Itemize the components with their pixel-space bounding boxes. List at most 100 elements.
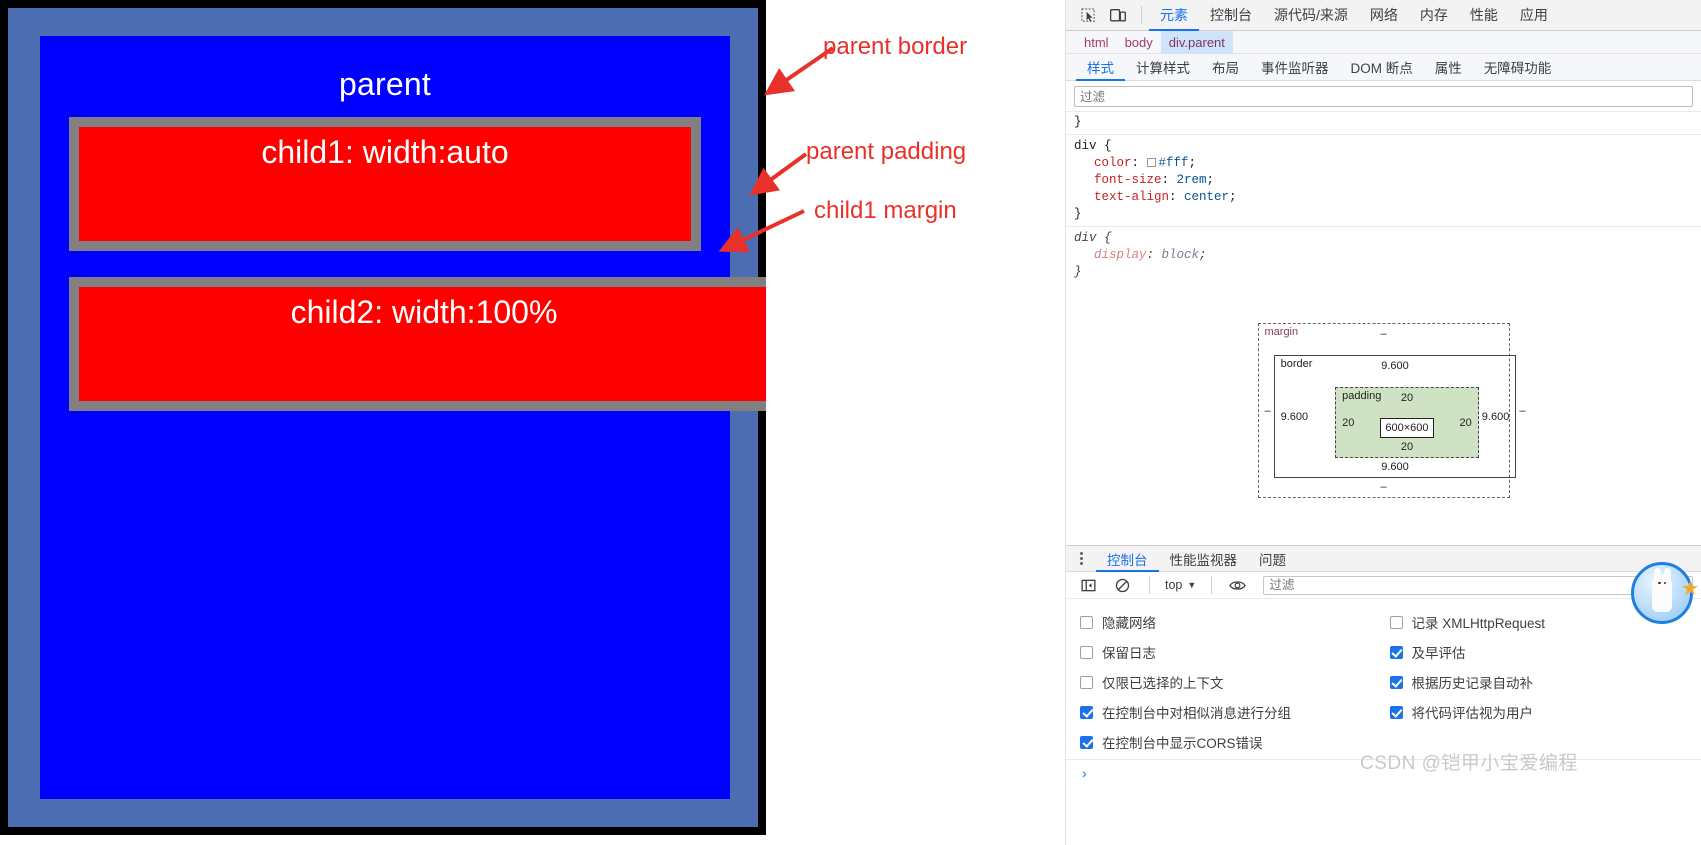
rendered-page-viewport: parent child1: width:auto child2: width:… (0, 0, 766, 835)
margin-left-value[interactable]: – (1265, 405, 1271, 417)
subtab-event-listeners[interactable]: 事件监听器 (1250, 54, 1340, 81)
css-declaration-color[interactable]: color: #fff; (1066, 155, 1701, 172)
styles-filter-input[interactable] (1074, 86, 1693, 107)
devtools-panel: 元素 控制台 源代码/来源 网络 内存 性能 应用 html body div.… (1065, 0, 1701, 845)
more-options-icon[interactable] (1074, 552, 1088, 565)
setting-show-cors-errors[interactable]: 在控制台中显示CORS错误 (1080, 727, 1382, 757)
clear-console-icon[interactable] (1108, 572, 1136, 598)
subtab-computed[interactable]: 计算样式 (1125, 54, 1201, 81)
subtab-layout[interactable]: 布局 (1201, 54, 1250, 81)
margin-top-value[interactable]: – (1265, 328, 1503, 340)
css-property-font-size: font-size (1094, 173, 1162, 187)
checkbox-show-cors-errors[interactable] (1080, 735, 1093, 749)
avatar-figure (1652, 573, 1672, 612)
checkbox-log-xmlhttprequests[interactable] (1389, 615, 1403, 629)
devtools-toolbar: 元素 控制台 源代码/来源 网络 内存 性能 应用 (1066, 0, 1701, 31)
css-declaration-display[interactable]: display: block; (1066, 247, 1701, 264)
styles-subtabs: 样式 计算样式 布局 事件监听器 DOM 断点 属性 无障碍功能 (1066, 54, 1701, 81)
css-property-text-align: text-align (1094, 190, 1170, 204)
border-top-value[interactable]: 9.600 (1281, 360, 1510, 372)
div-parent: parent child1: width:auto child2: width:… (40, 36, 766, 799)
prompt-chevron-icon: › (1082, 764, 1087, 781)
setting-label: 隐藏网络 (1102, 616, 1156, 631)
device-toolbar-icon[interactable] (1104, 2, 1132, 28)
breadcrumb-html[interactable]: html (1076, 31, 1117, 54)
box-model-margin: margin – – border 9.600 9.600 padding 20 (1257, 323, 1525, 498)
subtab-accessibility[interactable]: 无障碍功能 (1473, 54, 1563, 81)
setting-autocomplete-from-history[interactable]: 根据历史记录自动补 (1389, 667, 1692, 697)
box-model-padding: padding 20 20 600×600 20 20 (1335, 387, 1479, 458)
checkbox-preserve-log[interactable] (1080, 645, 1093, 659)
checkbox-autocomplete-from-history[interactable] (1389, 675, 1403, 689)
console-context-selector[interactable]: top ▼ (1161, 578, 1200, 592)
setting-hide-network[interactable]: 隐藏网络 (1080, 607, 1382, 637)
checkbox-group-similar[interactable] (1080, 705, 1093, 719)
checkbox-treat-eval-as-user-action[interactable] (1389, 705, 1403, 719)
box-model-border-label: border (1280, 358, 1313, 370)
drawer-tab-console[interactable]: 控制台 (1096, 546, 1159, 572)
setting-label: 保留日志 (1102, 646, 1156, 661)
console-drawer: 控制台 性能监视器 问题 top ▼ 过滤 隐藏网络 记录 XMLHttpReq… (1066, 545, 1701, 845)
annotation-parent-border: parent border (823, 33, 968, 60)
css-selector-div[interactable]: div { (1066, 138, 1701, 155)
checkbox-hide-network[interactable] (1080, 615, 1093, 629)
setting-preserve-log[interactable]: 保留日志 (1080, 637, 1382, 667)
tab-performance[interactable]: 性能 (1459, 0, 1509, 31)
annotation-child1-margin: child1 margin (814, 197, 957, 224)
tab-console[interactable]: 控制台 (1199, 0, 1263, 31)
inspect-element-icon[interactable] (1074, 2, 1102, 28)
padding-left-value[interactable]: 20 (1342, 417, 1354, 429)
tab-sources[interactable]: 源代码/来源 (1263, 0, 1359, 31)
watermark: CSDN @铠甲小宝爱编程 (1360, 753, 1578, 774)
subtab-dom-breakpoints[interactable]: DOM 断点 (1340, 54, 1424, 81)
subtab-styles[interactable]: 样式 (1076, 54, 1125, 81)
css-value-text-align: center (1184, 190, 1230, 204)
box-model-padding-label: padding (1342, 390, 1382, 402)
setting-label: 在控制台中显示CORS错误 (1102, 736, 1263, 751)
console-toolbar: top ▼ (1066, 572, 1701, 599)
css-property-display: display (1094, 248, 1147, 262)
css-rule-user-agent: div { display: block; } (1066, 226, 1701, 281)
border-bottom-value[interactable]: 9.600 (1281, 461, 1510, 473)
css-declaration-font-size[interactable]: font-size: 2rem; (1066, 172, 1701, 189)
border-left-value[interactable]: 9.600 (1281, 411, 1309, 423)
setting-label: 在控制台中对相似消息进行分组 (1102, 706, 1291, 721)
breadcrumb-body[interactable]: body (1117, 31, 1161, 54)
subtab-properties[interactable]: 属性 (1424, 54, 1473, 81)
console-filter-input[interactable] (1263, 575, 1693, 595)
setting-treat-eval-as-user-action[interactable]: 将代码评估视为用户 (1389, 697, 1692, 727)
css-selector-div-ua[interactable]: div { (1066, 230, 1701, 247)
setting-group-similar[interactable]: 在控制台中对相似消息进行分组 (1080, 697, 1382, 727)
breadcrumb: html body div.parent (1066, 30, 1701, 54)
margin-bottom-value[interactable]: – (1265, 481, 1503, 493)
color-swatch-icon[interactable] (1146, 158, 1156, 167)
show-console-sidebar-icon[interactable] (1074, 572, 1102, 598)
tab-memory[interactable]: 内存 (1409, 0, 1459, 31)
css-value-font-size: 2rem (1176, 173, 1207, 187)
drawer-tab-issues[interactable]: 问题 (1248, 546, 1297, 572)
checkbox-eager-evaluation[interactable] (1389, 645, 1403, 659)
css-value-color: #fff (1158, 156, 1189, 170)
css-rule-close: } (1074, 207, 1082, 221)
tab-elements[interactable]: 元素 (1149, 0, 1199, 31)
setting-eager-evaluation[interactable]: 及早评估 (1389, 637, 1692, 667)
breadcrumb-div-parent[interactable]: div.parent (1160, 30, 1233, 54)
tab-application[interactable]: 应用 (1509, 0, 1559, 31)
create-live-expression-icon[interactable] (1223, 572, 1251, 598)
console-toolbar-divider (1149, 576, 1150, 594)
css-rule-author: div { color: #fff; font-size: 2rem; text… (1066, 134, 1701, 223)
star-icon: ★ (1681, 578, 1699, 600)
padding-bottom-value[interactable]: 20 (1342, 441, 1472, 453)
margin-right-value[interactable]: – (1519, 405, 1525, 417)
tab-network[interactable]: 网络 (1359, 0, 1409, 31)
setting-selected-context-only[interactable]: 仅限已选择的上下文 (1080, 667, 1382, 697)
box-model-content[interactable]: 600×600 (1380, 418, 1434, 438)
checkbox-selected-context-only[interactable] (1080, 675, 1093, 689)
div-child1: child1: width:auto (69, 116, 701, 251)
border-right-value[interactable]: 9.600 (1482, 411, 1510, 423)
padding-right-value[interactable]: 20 (1460, 417, 1472, 429)
styles-filter-row (1066, 81, 1701, 112)
box-model-diagram: margin – – border 9.600 9.600 padding 20 (1066, 323, 1701, 498)
css-declaration-text-align[interactable]: text-align: center; (1066, 189, 1701, 206)
drawer-tab-performance-monitor[interactable]: 性能监视器 (1159, 546, 1249, 572)
